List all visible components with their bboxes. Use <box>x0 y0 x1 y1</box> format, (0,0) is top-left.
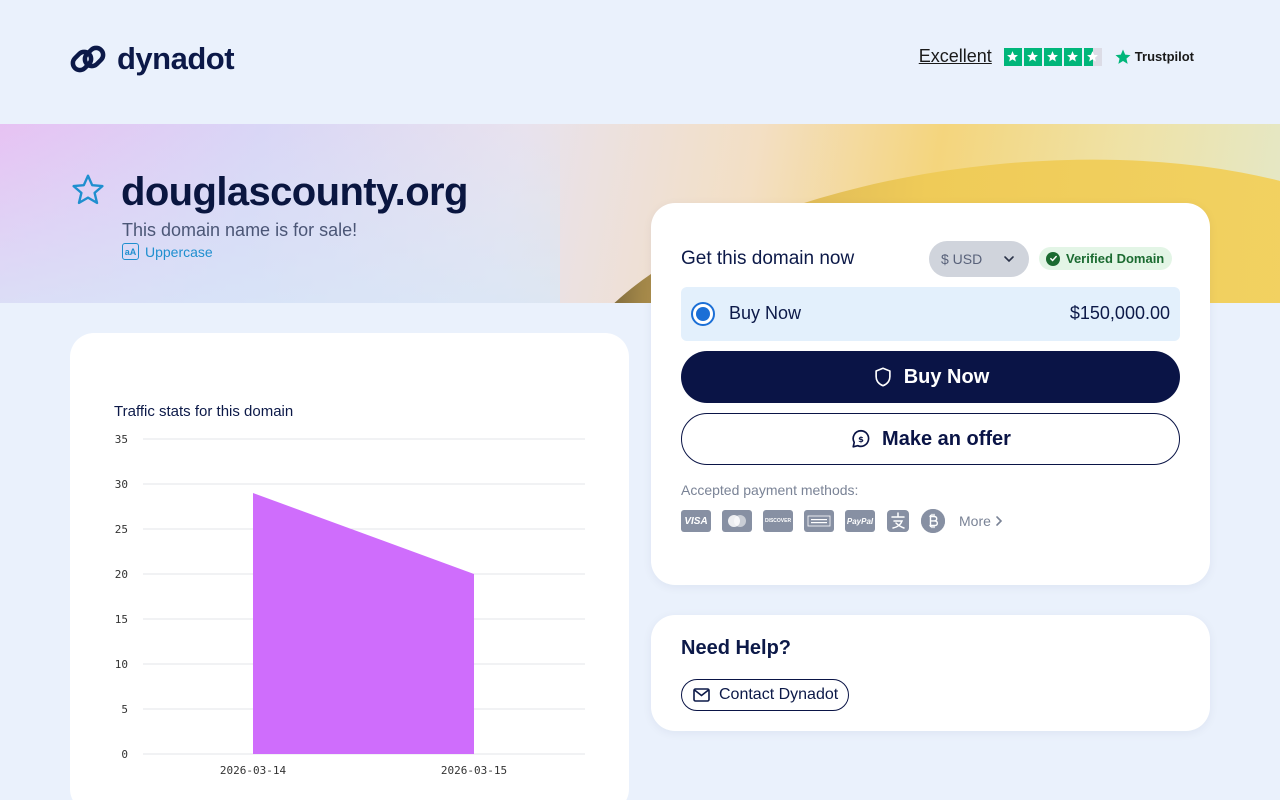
y-tick-label: 15 <box>115 613 128 626</box>
radio-selected-dot <box>696 307 710 321</box>
more-label: More <box>959 513 991 529</box>
shield-icon <box>875 367 891 387</box>
half-star-icon <box>1083 47 1102 66</box>
visa-icon: VISA <box>681 510 711 532</box>
star-icon <box>1043 47 1062 66</box>
paypal-label: PayPal <box>846 516 874 526</box>
alipay-icon <box>886 510 910 532</box>
amex-icon <box>804 510 834 532</box>
help-card: Need Help? Contact Dynadot <box>651 615 1210 731</box>
star-icon <box>1003 47 1022 66</box>
chat-dollar-icon: $ <box>852 429 870 448</box>
chain-link-icon <box>70 45 106 73</box>
more-payment-methods-link[interactable]: More <box>959 513 1004 529</box>
contact-button[interactable]: Contact Dynadot <box>681 679 850 711</box>
uppercase-toggle[interactable]: aA Uppercase <box>122 243 213 260</box>
svg-text:$: $ <box>858 434 864 444</box>
brand-name: dynadot <box>117 41 235 76</box>
sale-notice: This domain name is for sale! <box>122 220 358 240</box>
visa-label: VISA <box>684 515 708 527</box>
mastercard-icon <box>722 510 752 532</box>
help-title: Need Help? <box>681 637 792 659</box>
star-icon <box>1023 47 1042 66</box>
y-tick-label: 25 <box>115 523 128 536</box>
option-price: $150,000.00 <box>1069 303 1170 323</box>
trustpilot-logo: Trustpilot <box>1114 48 1194 66</box>
purchase-title: Get this domain now <box>681 248 855 269</box>
y-tick-label: 0 <box>121 748 128 761</box>
site-header: dynadot Excellent Trustpilot <box>0 0 1280 124</box>
buy-now-option[interactable]: Buy Now $150,000.00 <box>681 287 1180 341</box>
verified-label: Verified Domain <box>1066 251 1165 266</box>
payment-methods-title: Accepted payment methods: <box>681 482 859 498</box>
chevron-down-icon <box>1004 256 1014 263</box>
option-label: Buy Now <box>729 303 802 323</box>
currency-value: $ USD <box>941 251 983 267</box>
y-tick-label: 20 <box>115 568 128 581</box>
y-tick-label: 35 <box>115 433 128 446</box>
favorite-star-icon[interactable] <box>70 172 106 208</box>
rating-stars <box>1003 47 1102 66</box>
currency-select[interactable]: $ USD <box>929 241 1029 277</box>
star-icon <box>1063 47 1082 66</box>
domain-name: douglascounty.org <box>121 170 468 214</box>
y-tick-label: 10 <box>115 658 128 671</box>
payment-methods: VISA DISCOVER PayPal More <box>681 509 1004 533</box>
verified-badge: Verified Domain <box>1039 247 1173 270</box>
dynadot-logo[interactable]: dynadot <box>69 40 235 78</box>
buy-now-label: Buy Now <box>903 365 990 388</box>
rating-label[interactable]: Excellent <box>919 46 992 67</box>
contact-label: Contact Dynadot <box>719 686 839 703</box>
discover-label: DISCOVER <box>764 518 792 524</box>
traffic-chart: 0 5 10 15 20 25 30 35 2026-03-14 2026-03-15 <box>115 433 585 777</box>
bitcoin-icon <box>921 509 945 533</box>
buy-now-radio[interactable] <box>691 302 715 326</box>
buy-now-button[interactable]: Buy Now <box>681 351 1180 403</box>
x-tick-label: 2026-03-14 <box>220 764 287 777</box>
make-offer-button[interactable]: $ Make an offer <box>681 413 1180 465</box>
uppercase-label: Uppercase <box>145 243 213 260</box>
traffic-area <box>253 493 474 754</box>
chevron-right-icon <box>996 516 1003 526</box>
make-offer-label: Make an offer <box>882 427 1011 450</box>
check-icon <box>1046 251 1060 266</box>
purchase-card: Get this domain now $ USD Verified Domai… <box>651 203 1210 585</box>
traffic-chart-card: Traffic stats for this domain 0 5 10 15 20 25… <box>70 333 629 800</box>
trustpilot-brand: Trustpilot <box>1134 49 1194 64</box>
paypal-icon: PayPal <box>845 510 875 532</box>
x-tick-label: 2026-03-15 <box>441 764 507 777</box>
trustpilot-rating[interactable]: Excellent Trustpilot <box>919 46 1194 67</box>
y-tick-label: 5 <box>121 703 128 716</box>
discover-icon: DISCOVER <box>763 510 793 532</box>
mail-icon <box>693 688 710 702</box>
trustpilot-star-icon <box>1115 49 1131 64</box>
y-tick-label: 30 <box>115 478 128 491</box>
text-case-icon: aA <box>122 243 139 260</box>
